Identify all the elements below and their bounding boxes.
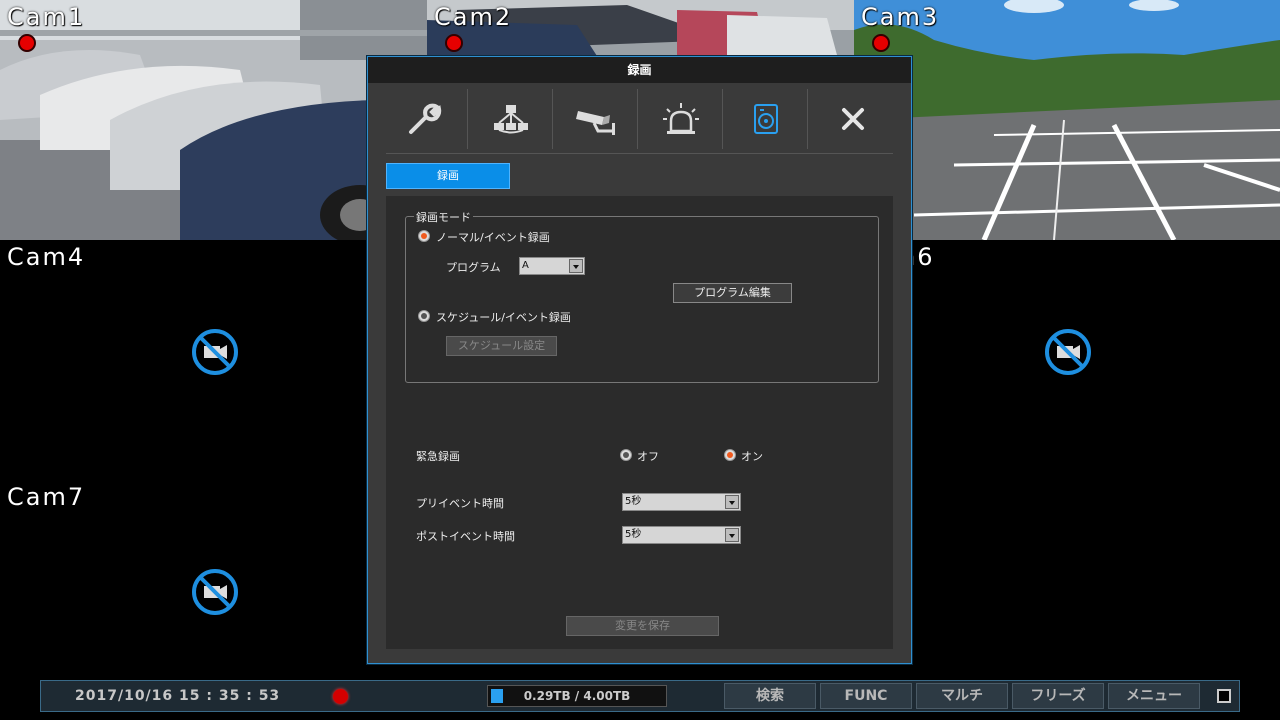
camera-feed-cam1: [0, 0, 427, 240]
recording-status-indicator: [333, 689, 348, 704]
chevron-down-icon: [569, 259, 583, 273]
network-icon: [494, 105, 528, 134]
emergency-off-radio[interactable]: [620, 449, 632, 461]
pre-event-time-label: プリイベント時間: [416, 497, 504, 510]
storage-usage-text: 0.29TB / 4.00TB: [523, 689, 631, 703]
storage-usage-bar: 0.29TB / 4.00TB: [487, 685, 667, 707]
camera-tile-cam1[interactable]: Cam1: [0, 0, 427, 240]
menu-button[interactable]: メニュー: [1108, 683, 1200, 709]
freeze-button[interactable]: フリーズ: [1012, 683, 1104, 709]
datetime-display: 2017/10/16 15 : 35 : 53: [75, 688, 281, 704]
no-camera-icon: [192, 329, 238, 375]
record-settings-dialog: 録画 録画 録画モード ノーマル/イベント録画 プログラム A プログラム編集 …: [367, 56, 912, 664]
search-button[interactable]: 検索: [724, 683, 816, 709]
normal-event-record-radio[interactable]: [418, 230, 430, 242]
tool-settings-button[interactable]: [382, 87, 466, 151]
pre-event-time-value: 5秒: [625, 496, 642, 507]
layout-toggle-button[interactable]: [1217, 689, 1231, 703]
camera-label: Cam1: [7, 3, 86, 31]
emergency-off-label: オフ: [637, 450, 659, 463]
pre-event-time-select[interactable]: 5秒: [622, 493, 741, 511]
record-mode-legend: 録画モード: [414, 209, 473, 225]
schedule-event-record-label: スケジュール/イベント録画: [436, 311, 571, 324]
recording-indicator: [18, 34, 36, 52]
program-select[interactable]: A: [519, 257, 585, 275]
post-event-time-select[interactable]: 5秒: [622, 526, 741, 544]
record-settings-panel: 録画モード ノーマル/イベント録画 プログラム A プログラム編集 スケジュール…: [386, 196, 893, 649]
tool-event-button[interactable]: [639, 87, 723, 151]
toolbar-divider: [386, 153, 893, 154]
post-event-time-label: ポストイベント時間: [416, 530, 515, 543]
camera-tile-cam6[interactable]: n6: [854, 240, 1280, 480]
normal-event-record-label: ノーマル/イベント録画: [436, 231, 550, 244]
multi-button[interactable]: マルチ: [916, 683, 1008, 709]
tool-network-button[interactable]: [469, 87, 553, 151]
schedule-event-record-radio[interactable]: [418, 310, 430, 322]
recording-indicator: [872, 34, 890, 52]
camera-tile-cam3[interactable]: Cam3: [854, 0, 1280, 240]
camera-label: Cam7: [7, 483, 86, 511]
record-mode-group: 録画モード ノーマル/イベント録画 プログラム A プログラム編集 スケジュール…: [405, 209, 879, 383]
no-camera-icon: [1045, 329, 1091, 375]
tool-camera-button[interactable]: [554, 87, 638, 151]
program-edit-button[interactable]: プログラム編集: [673, 283, 792, 303]
program-select-value: A: [522, 260, 529, 271]
camera-feed-cam3: [854, 0, 1280, 240]
tab-record[interactable]: 録画: [386, 163, 510, 189]
post-event-time-value: 5秒: [625, 529, 642, 540]
func-button[interactable]: FUNC: [820, 683, 912, 709]
no-camera-icon: [192, 569, 238, 615]
camera-label: Cam2: [434, 3, 513, 31]
schedule-settings-button[interactable]: スケジュール設定: [446, 336, 557, 356]
cctv-camera-icon: [576, 111, 615, 135]
wrench-icon: [409, 103, 442, 134]
emergency-record-label: 緊急録画: [416, 450, 460, 463]
dialog-title: 録画: [368, 57, 911, 83]
emergency-on-radio[interactable]: [724, 449, 736, 461]
chevron-down-icon: [725, 495, 739, 509]
dvr-screen: Cam1 Cam2 Cam3 Cam4 n6 Cam7 録画 録画 録画モード …: [0, 0, 1280, 720]
status-bar: 2017/10/16 15 : 35 : 53 0.29TB / 4.00TB …: [40, 680, 1240, 712]
disk-icon: [754, 104, 778, 134]
alarm-light-icon: [663, 103, 699, 134]
camera-label: Cam4: [7, 243, 86, 271]
save-changes-button[interactable]: 変更を保存: [566, 616, 719, 636]
camera-label: Cam3: [861, 3, 940, 31]
program-label: プログラム: [446, 261, 501, 274]
camera-tile-cam7[interactable]: Cam7: [0, 480, 427, 680]
recording-indicator: [445, 34, 463, 52]
chevron-down-icon: [725, 528, 739, 542]
settings-toolbar: [368, 87, 913, 151]
tool-record-button[interactable]: [724, 87, 808, 151]
camera-tile-cam4[interactable]: Cam4: [0, 240, 427, 480]
emergency-on-label: オン: [741, 450, 763, 463]
close-icon: [842, 108, 864, 130]
tool-close-button[interactable]: [811, 87, 895, 151]
